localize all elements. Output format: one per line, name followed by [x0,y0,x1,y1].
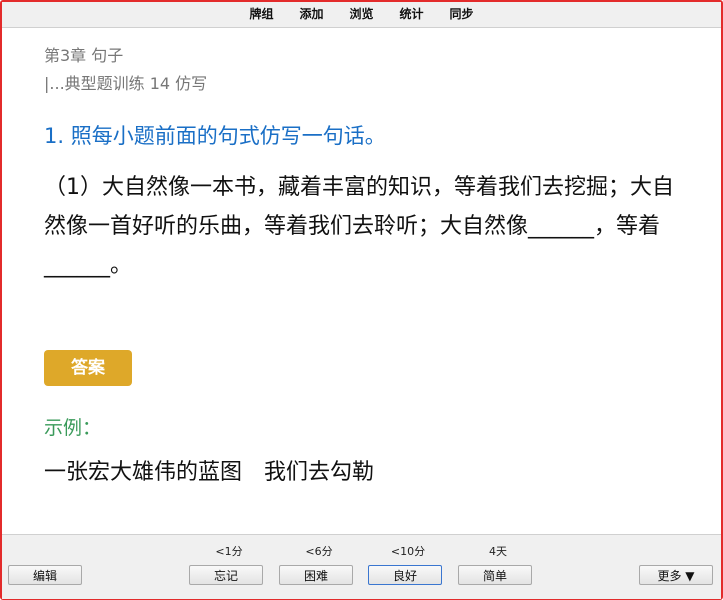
interval-hard: <6分 [305,545,333,558]
card-content: 第3章 句子 |...典型题训练 14 仿写 1. 照每小题前面的句式仿写一句话… [44,46,684,285]
chapter-title: 第3章 句子 [44,46,124,65]
menu-decks[interactable]: 牌组 [249,2,273,27]
interval-again: <1分 [215,545,243,558]
question-body: （1）大自然像一本书，藏着丰富的知识，等着我们去挖掘；大自然像一首好听的乐曲，等… [44,175,674,278]
menu-browse[interactable]: 浏览 [349,2,373,27]
hard-button[interactable]: 困难 [279,565,353,585]
good-button[interactable]: 良好 [368,565,442,585]
bottom-bar: <1分 <6分 <10分 4天 编辑 忘记 困难 良好 简单 更多 ▼ [2,534,721,599]
answer-badge: 答案 [44,350,132,386]
again-button[interactable]: 忘记 [189,565,263,585]
menu-stats[interactable]: 统计 [400,2,424,27]
top-menu-bar: 牌组 添加 浏览 统计 同步 [2,2,721,28]
example-label: 示例： [44,417,102,439]
easy-button[interactable]: 简单 [458,565,532,585]
section-title: |...典型题训练 14 仿写 [44,74,208,93]
menu-sync[interactable]: 同步 [450,2,474,27]
question-title: 1. 照每小题前面的句式仿写一句话。 [44,124,386,148]
interval-easy: 4天 [489,545,507,558]
interval-good: <10分 [390,545,426,558]
edit-button[interactable]: 编辑 [8,565,82,585]
menu-add[interactable]: 添加 [299,2,323,27]
example-answer: 一张宏大雄伟的蓝图 我们去勾勒 [44,460,375,485]
more-button[interactable]: 更多 ▼ [639,565,713,585]
